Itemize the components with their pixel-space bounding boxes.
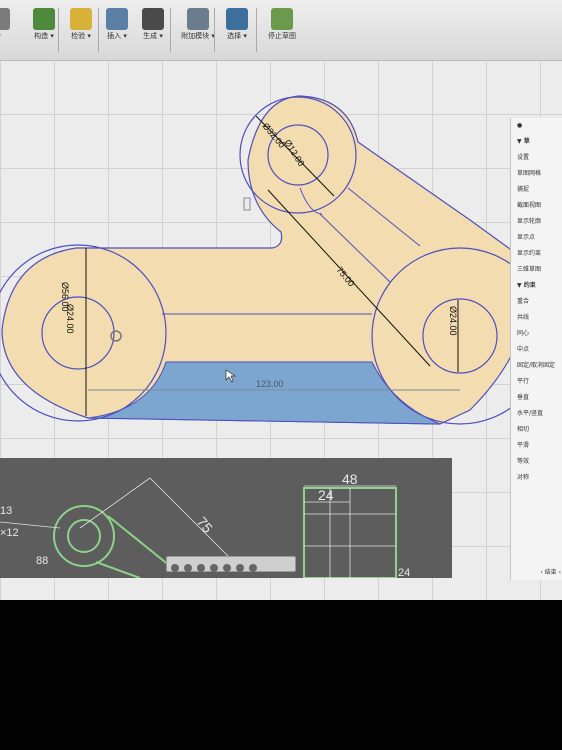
- toolbar: ▾ 构造 ▾ 检验 ▾ 插入 ▾ 生成 ▾ 附加模块 ▾ 选择 ▾ 停止草图: [0, 0, 562, 61]
- toolbar-tool-label: 插入 ▾: [107, 32, 127, 40]
- dv-dim-75: 75: [194, 514, 216, 536]
- screen: Ø32.00 Ø12.00 Ø56.00 Ø24.00 Ø24.00 75.00…: [0, 0, 562, 600]
- palette-option[interactable]: 固定/取消固定: [511, 358, 562, 374]
- toolbar-tool-5[interactable]: 附加模块 ▾: [178, 4, 218, 56]
- palette-option[interactable]: 平行: [511, 374, 562, 390]
- make-icon: [142, 8, 164, 30]
- toolbar-tool-label: 检验 ▾: [71, 32, 91, 40]
- palette-section-header[interactable]: ▼ 草: [511, 134, 562, 150]
- palette-option[interactable]: 共线: [511, 310, 562, 326]
- dim-right-inner[interactable]: Ø24.00: [448, 306, 458, 336]
- toolbar-tool-4[interactable]: 生成 ▾: [138, 4, 168, 56]
- palette-option[interactable]: 等效: [511, 454, 562, 470]
- palette-option[interactable]: 重合: [511, 294, 562, 310]
- toolbar-tool-label: ▾: [0, 32, 10, 41]
- palette-option[interactable]: 草图网格: [511, 166, 562, 182]
- dv-dim-24: 24: [318, 487, 334, 503]
- view-navigation-bar[interactable]: [166, 556, 296, 572]
- insert-icon: [106, 8, 128, 30]
- palette-footer[interactable]: ‹ 结束 ‹: [540, 567, 561, 576]
- palette-option[interactable]: 显示点: [511, 230, 562, 246]
- dv-arm: [95, 515, 171, 578]
- toolbar-tool-label: 生成 ▾: [143, 32, 163, 40]
- toolbar-tool-2[interactable]: 检验 ▾: [66, 4, 96, 56]
- palette-option[interactable]: 对称: [511, 470, 562, 486]
- toolbar-tool-label: 附加模块 ▾: [181, 32, 215, 40]
- toolbar-separator: [214, 8, 215, 52]
- palette-option[interactable]: 显示约束: [511, 246, 562, 262]
- dv-circle-outer: [53, 505, 115, 567]
- palette-option[interactable]: 捕捉: [511, 182, 562, 198]
- toolbar-separator: [170, 8, 171, 52]
- dim-bottom-width[interactable]: 123.00: [256, 379, 284, 389]
- inspect-icon: [70, 8, 92, 30]
- palette-section-header[interactable]: ▼ 约束: [511, 278, 562, 294]
- zoom-icon[interactable]: [197, 564, 205, 572]
- toolbar-tool-label: 选择 ▾: [227, 32, 247, 40]
- grid-icon[interactable]: [236, 564, 244, 572]
- palette-option[interactable]: 设置: [511, 150, 562, 166]
- palette-option[interactable]: 截面视图: [511, 198, 562, 214]
- palette-rows: ▼ 草设置 草图网格 捕捉 截面视图 显示轮廓 显示点 显示约束 三维草图 ▼ 约束 重合 共线 同心…: [511, 134, 562, 486]
- toolbar-tool-label: 构造 ▾: [34, 32, 54, 40]
- toolbar-tool-0[interactable]: ▾: [0, 4, 10, 56]
- stop-sketch-icon: [271, 8, 293, 30]
- palette-option[interactable]: 平滑: [511, 438, 562, 454]
- toolbar-tool-3[interactable]: 插入 ▾: [102, 4, 132, 56]
- toolbar-tool-7[interactable]: 停止草图: [262, 4, 302, 56]
- construct-icon: [33, 8, 55, 30]
- partial-tool-icon: [0, 8, 10, 30]
- sketch-palette[interactable]: ● ▼ 草设置 草图网格 捕捉 截面视图 显示轮廓 显示点 显示约束 三维草图 ▼ 约束 重合 共线…: [510, 118, 562, 580]
- monitor-bezel: [0, 600, 562, 750]
- orbit-icon[interactable]: [171, 564, 179, 572]
- dv-dim-13: 13: [0, 505, 12, 517]
- palette-option[interactable]: 三维草图: [511, 262, 562, 278]
- viewport-icon[interactable]: [249, 564, 257, 572]
- fit-icon[interactable]: [210, 564, 218, 572]
- fix-glyph[interactable]: [243, 197, 251, 211]
- toolbar-tool-label: 停止草图: [268, 32, 296, 40]
- addins-icon: [187, 8, 209, 30]
- toolbar-tool-6[interactable]: 选择 ▾: [222, 4, 252, 56]
- pan-icon[interactable]: [184, 564, 192, 572]
- toolbar-separator: [256, 8, 257, 52]
- toolbar-tool-1[interactable]: 构造 ▾: [28, 4, 60, 56]
- toolbar-separator: [58, 8, 59, 52]
- palette-option[interactable]: 相切: [511, 422, 562, 438]
- dv-dim-88: 88: [36, 555, 48, 567]
- dv-dim-24b: 24: [398, 567, 410, 578]
- palette-close-icon[interactable]: ●: [511, 118, 562, 134]
- display-icon[interactable]: [223, 564, 231, 572]
- dim-left-inner[interactable]: Ø24.00: [65, 304, 75, 334]
- palette-option[interactable]: 垂直: [511, 390, 562, 406]
- palette-option[interactable]: 中点: [511, 342, 562, 358]
- dv-dim-12: ×12: [0, 527, 19, 539]
- palette-option[interactable]: 同心: [511, 326, 562, 342]
- palette-option[interactable]: 水平/竖直: [511, 406, 562, 422]
- toolbar-separator: [98, 8, 99, 52]
- dv-dim-48: 48: [342, 471, 358, 487]
- palette-option[interactable]: 显示轮廓: [511, 214, 562, 230]
- select-cursor-icon: [226, 8, 248, 30]
